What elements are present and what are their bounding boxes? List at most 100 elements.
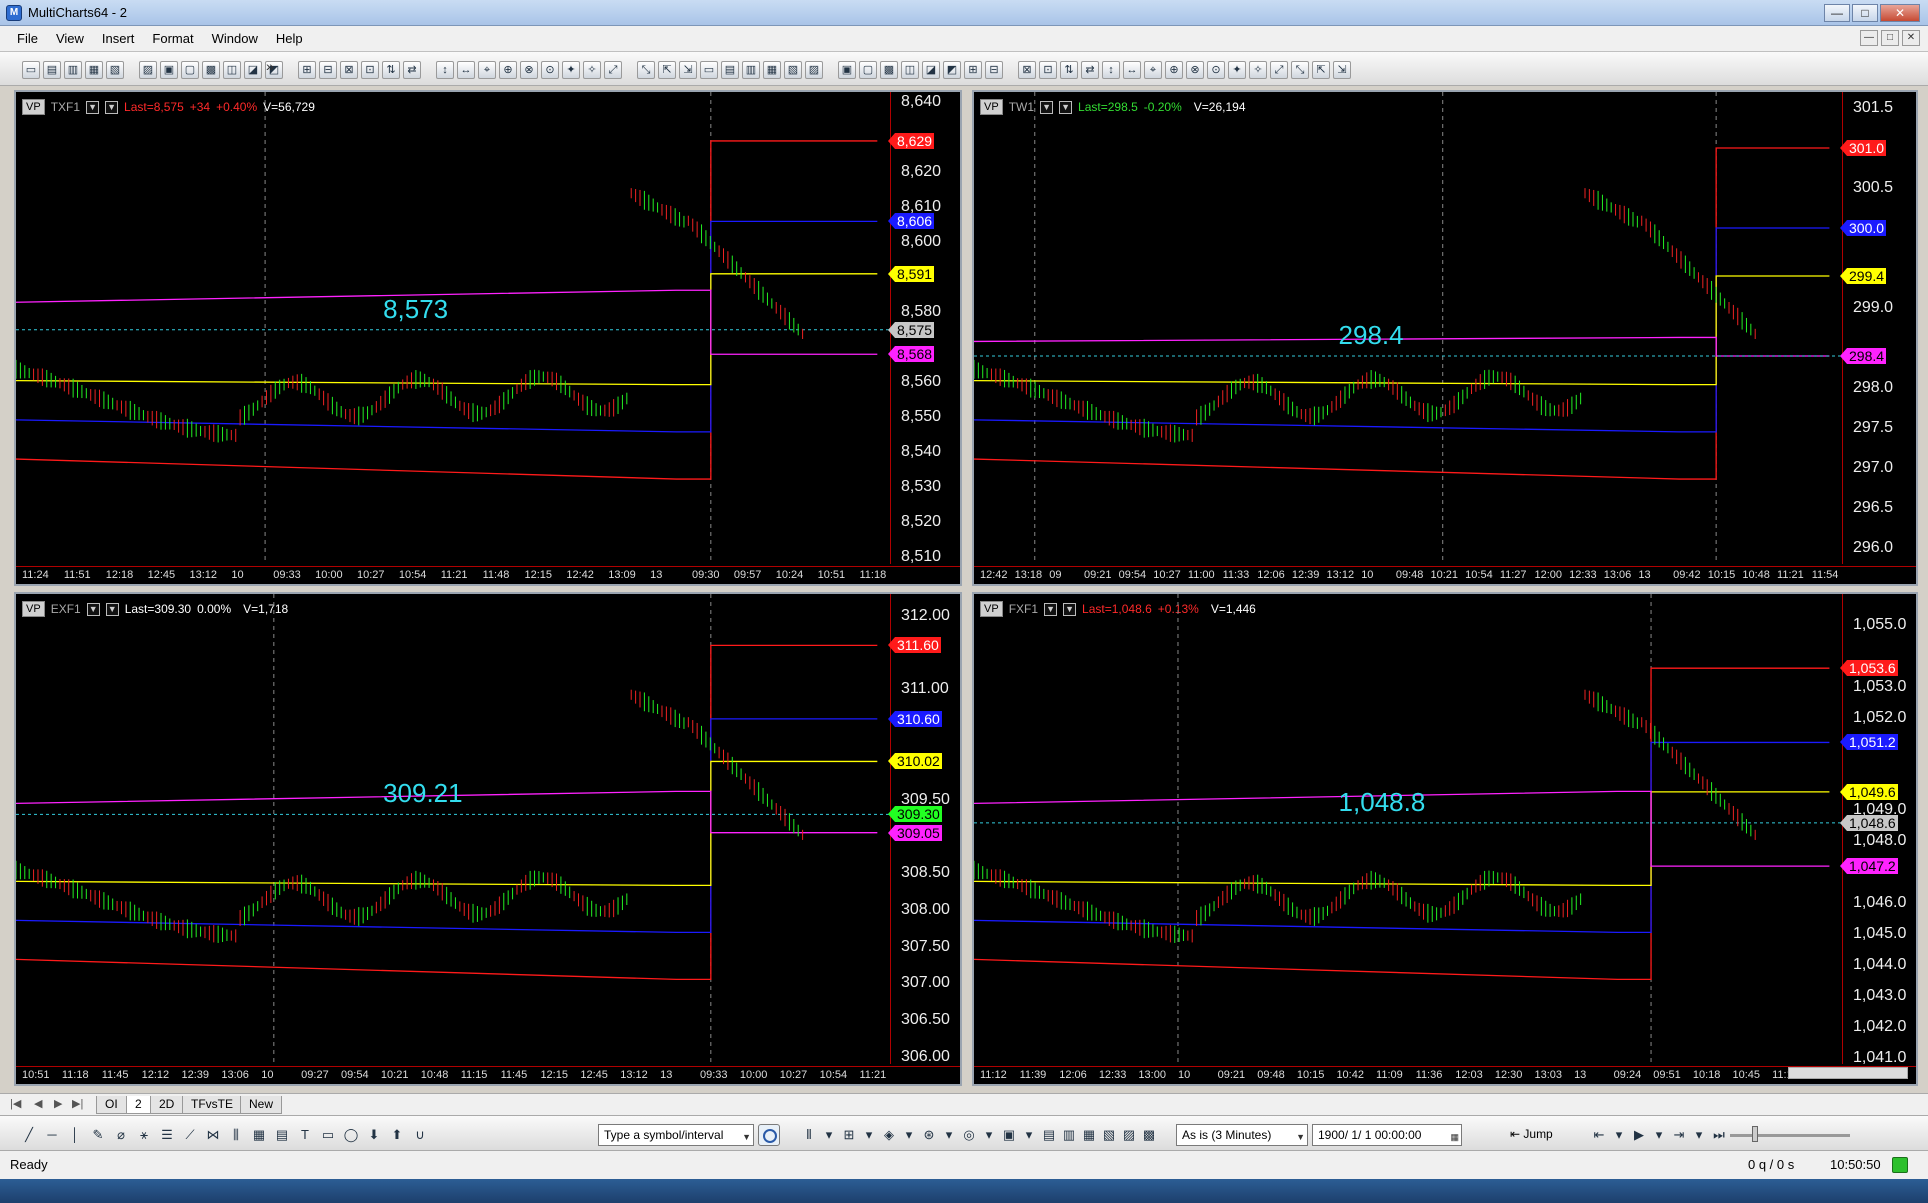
close-button[interactable]: ✕ <box>1880 4 1920 22</box>
save-icon[interactable]: ⤢ <box>1270 61 1288 79</box>
open-icon[interactable]: ▤ <box>721 61 739 79</box>
cursor-icon[interactable]: ⊕ <box>1165 61 1183 79</box>
zoom-icon[interactable]: ⇄ <box>403 61 421 79</box>
playback-control-icon[interactable]: ⇥ <box>1670 1126 1688 1144</box>
menu-window[interactable]: Window <box>203 31 267 46</box>
indicator-tool-icon[interactable]: ▾ <box>940 1126 958 1144</box>
open-icon[interactable]: ↔ <box>1123 61 1141 79</box>
vertical-line-icon[interactable]: │ <box>66 1126 84 1144</box>
time-axis[interactable]: 10:51 11:18 11:45 12:12 12:39 13:06 10 09:27 09:… <box>16 1066 960 1084</box>
time-axis[interactable]: 12:42 13:18 09 09:21 09:54 10:27 11:00 11:33 12:… <box>974 566 1916 584</box>
fibonacci-icon[interactable]: ✎ <box>89 1126 107 1144</box>
zoom-icon[interactable]: ⇲ <box>679 61 697 79</box>
indicator-tool-icon[interactable]: ▣ <box>1000 1126 1018 1144</box>
tab-2[interactable]: 2 <box>126 1096 151 1114</box>
zoom-icon[interactable]: ◩ <box>943 61 961 79</box>
chart-plot[interactable] <box>16 92 890 564</box>
playback-control-icon[interactable]: ▾ <box>1690 1126 1708 1144</box>
chart-plot[interactable] <box>974 92 1842 564</box>
tab-2d[interactable]: 2D <box>150 1096 184 1114</box>
new-chart-icon[interactable]: ✦ <box>562 61 580 79</box>
menu-insert[interactable]: Insert <box>93 31 144 46</box>
chevron-down-icon[interactable]: ▼ <box>1296 1127 1305 1147</box>
price-scale[interactable]: 8,640 8,620 8,610 8,600 8,580 8,560 8,550 8,540… <box>887 92 960 565</box>
rectangle-icon[interactable]: ⬇ <box>365 1126 383 1144</box>
open-icon[interactable]: ▤ <box>43 61 61 79</box>
indicator-tool-icon[interactable]: ▾ <box>900 1126 918 1144</box>
mdi-minimize-button[interactable]: — <box>1860 30 1878 46</box>
save-icon[interactable]: ▩ <box>202 61 220 79</box>
indicator-tool-icon[interactable]: ▨ <box>1120 1126 1138 1144</box>
playback-control-icon[interactable]: ⏭ <box>1710 1126 1728 1144</box>
save-icon[interactable]: ▩ <box>880 61 898 79</box>
indicator-tool-icon[interactable]: ◎ <box>960 1126 978 1144</box>
open-icon[interactable]: ⊟ <box>319 61 337 79</box>
ellipse-icon[interactable]: ⬆ <box>388 1126 406 1144</box>
price-scale[interactable]: 301.5 300.5 299.0 298.0 297.5 297.0 296.5 296.0… <box>1839 92 1916 564</box>
ellipse-icon[interactable]: ☰ <box>158 1126 176 1144</box>
indicator-tool-icon[interactable]: ▩ <box>1140 1126 1158 1144</box>
open-icon[interactable]: ✧ <box>1249 61 1267 79</box>
crosshair-icon[interactable]: ⇱ <box>658 61 676 79</box>
cursor-icon[interactable]: ⤡ <box>1291 61 1309 79</box>
zoom-icon[interactable]: ⊙ <box>1207 61 1225 79</box>
cursor-icon[interactable]: ⊡ <box>1039 61 1057 79</box>
zoom-icon[interactable]: ⊙ <box>541 61 559 79</box>
cursor-icon[interactable]: ⊡ <box>361 61 379 79</box>
save-icon[interactable]: ▥ <box>64 61 82 79</box>
zoom-slider-thumb[interactable] <box>1752 1126 1758 1142</box>
crosshair-icon[interactable]: ▧ <box>106 61 124 79</box>
chart-hscroll[interactable] <box>1788 1067 1908 1079</box>
minimize-button[interactable]: — <box>1824 4 1850 22</box>
chart-plot[interactable] <box>974 594 1842 1064</box>
time-axis[interactable]: 11:24 11:51 12:18 12:45 13:12 10 09:33 10:00 10:… <box>16 566 960 584</box>
zoom-icon[interactable]: ▨ <box>139 61 157 79</box>
new-chart-icon[interactable]: ▭ <box>22 61 40 79</box>
playback-control-icon[interactable]: ▾ <box>1610 1126 1628 1144</box>
zoom-slider-track[interactable] <box>1730 1134 1850 1137</box>
vertical-line-icon[interactable]: T <box>296 1126 314 1144</box>
crosshair-icon[interactable]: ⊗ <box>520 61 538 79</box>
price-scale[interactable]: 1,055.0 1,053.0 1,052.0 1,049.0 1,048.0 1,046… <box>1840 594 1916 1066</box>
menu-format[interactable]: Format <box>143 31 202 46</box>
crosshair-icon[interactable]: ⇱ <box>1312 61 1330 79</box>
indicator-tool-icon[interactable]: ▾ <box>1020 1126 1038 1144</box>
indicator-tool-icon[interactable]: ⫴ <box>800 1126 818 1144</box>
cursor-icon[interactable]: ◫ <box>223 61 241 79</box>
tab-prev-icon[interactable]: ◀ <box>34 1097 42 1110</box>
tab-next-icon[interactable]: ▶ <box>54 1097 62 1110</box>
playback-control-icon[interactable]: ▾ <box>1650 1126 1668 1144</box>
time-axis[interactable]: 11:12 11:39 12:06 12:33 13:00 10 09:21 09:48 10:… <box>974 1066 1916 1084</box>
indicator-tool-icon[interactable]: ▥ <box>1060 1126 1078 1144</box>
indicator-tool-icon[interactable]: ▾ <box>980 1126 998 1144</box>
indicator-tool-icon[interactable]: ▾ <box>860 1126 878 1144</box>
jump-button[interactable]: ⇤ Jump <box>1510 1124 1566 1146</box>
new-chart-icon[interactable]: ▭ <box>700 61 718 79</box>
zoom-icon[interactable]: ⇄ <box>1081 61 1099 79</box>
save-icon[interactable]: ⊠ <box>340 61 358 79</box>
ray-icon[interactable]: ─ <box>43 1126 61 1144</box>
new-chart-icon[interactable]: ⊞ <box>964 61 982 79</box>
tab-first-icon[interactable]: |◀ <box>10 1097 21 1110</box>
mdi-restore-button[interactable]: □ <box>1881 30 1899 46</box>
indicator-tool-icon[interactable]: ⊞ <box>840 1126 858 1144</box>
mdi-close-button[interactable]: ✕ <box>1902 30 1920 46</box>
arrow-down-icon[interactable]: ⟋ <box>181 1126 199 1144</box>
maximize-button[interactable]: □ <box>1852 4 1878 22</box>
open-icon[interactable]: ⊟ <box>985 61 1003 79</box>
new-chart-icon[interactable]: ✦ <box>1228 61 1246 79</box>
resolution-select[interactable]: As is (3 Minutes) ▼ <box>1176 1124 1308 1146</box>
price-scale[interactable]: 312.00 311.00 309.50 308.50 308.00 307.50 307.… <box>888 594 960 1065</box>
indicator-tool-icon[interactable]: ⊛ <box>920 1126 938 1144</box>
crosshair-icon[interactable]: ◪ <box>922 61 940 79</box>
save-icon[interactable]: ⌖ <box>1144 61 1162 79</box>
arrow-up-icon[interactable]: ⋈ <box>204 1126 222 1144</box>
tab-new[interactable]: New <box>240 1096 283 1114</box>
fibonacci-icon[interactable]: ▭ <box>319 1126 337 1144</box>
zoom-icon[interactable]: ▨ <box>805 61 823 79</box>
indicator-tool-icon[interactable]: ▾ <box>820 1126 838 1144</box>
jump-date-input[interactable]: 1900/ 1/ 1 00:00:00 ▦ <box>1312 1124 1462 1146</box>
tab-tfvste[interactable]: TFvsTE <box>182 1096 242 1114</box>
new-chart-icon[interactable]: ▣ <box>838 61 856 79</box>
zoom-icon[interactable]: ⇲ <box>1333 61 1351 79</box>
